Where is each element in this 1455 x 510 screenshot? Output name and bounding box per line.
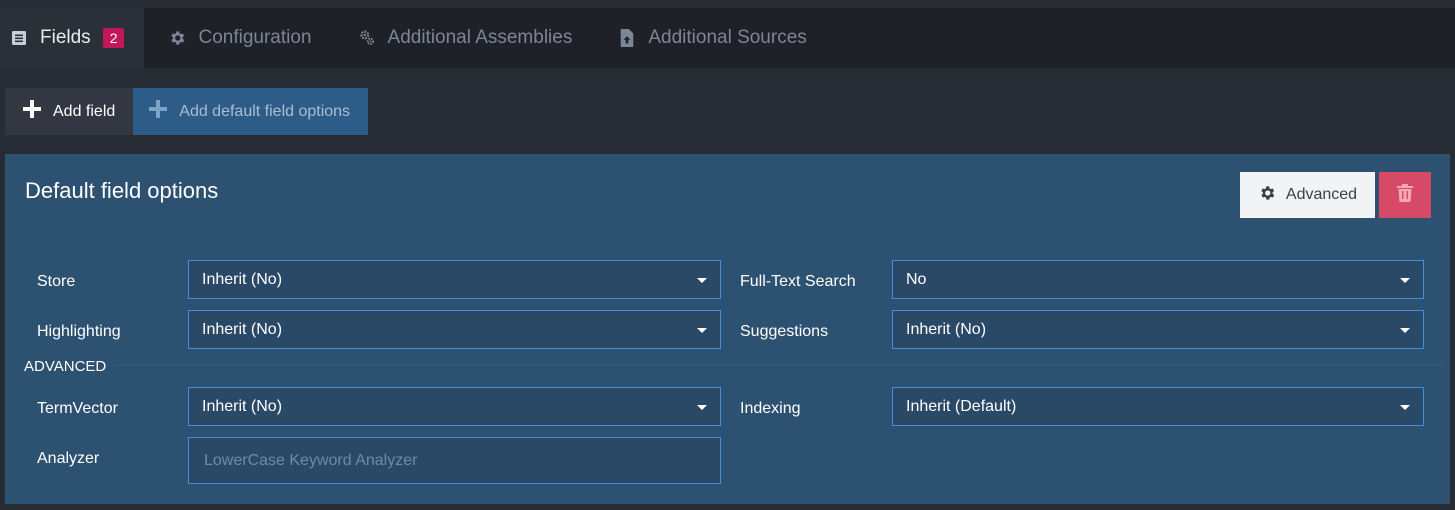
tab-additional-assemblies-label: Additional Assemblies bbox=[387, 27, 573, 48]
term-vector-label: TermVector bbox=[37, 400, 118, 417]
add-default-field-options-button[interactable]: Add default field options bbox=[133, 88, 369, 135]
gear-icon bbox=[1258, 184, 1276, 207]
fields-count-badge: 2 bbox=[102, 28, 125, 48]
suggestions-select[interactable]: Inherit (No) bbox=[892, 310, 1424, 349]
suggestions-label: Suggestions bbox=[740, 323, 829, 340]
trash-icon bbox=[1397, 183, 1413, 207]
add-field-label: Add field bbox=[53, 102, 116, 120]
caret-down-icon bbox=[697, 328, 707, 333]
default-field-options-panel: Default field options Advanced Store Inh… bbox=[5, 154, 1450, 504]
tab-configuration-label: Configuration bbox=[198, 27, 312, 48]
highlighting-select[interactable]: Inherit (No) bbox=[188, 310, 721, 349]
term-vector-value: Inherit (No) bbox=[202, 397, 283, 415]
advanced-button-label: Advanced bbox=[1285, 186, 1358, 203]
term-vector-select[interactable]: Inherit (No) bbox=[188, 387, 721, 426]
advanced-button[interactable]: Advanced bbox=[1240, 172, 1375, 218]
caret-down-icon bbox=[1400, 405, 1410, 410]
analyzer-label: Analyzer bbox=[37, 450, 100, 467]
analyzer-input[interactable]: LowerCase Keyword Analyzer bbox=[188, 437, 721, 484]
caret-down-icon bbox=[697, 405, 707, 410]
tab-fields-label: Fields bbox=[40, 27, 91, 48]
tab-additional-assemblies[interactable]: Additional Assemblies bbox=[334, 8, 595, 68]
suggestions-value: Inherit (No) bbox=[906, 320, 987, 338]
caret-down-icon bbox=[697, 278, 707, 283]
plus-icon bbox=[149, 100, 168, 123]
add-field-button[interactable]: Add field bbox=[5, 88, 134, 135]
caret-down-icon bbox=[1400, 278, 1410, 283]
tab-configuration[interactable]: Configuration bbox=[144, 8, 333, 68]
full-text-search-value: No bbox=[906, 270, 927, 288]
full-text-search-label: Full-Text Search bbox=[740, 273, 856, 290]
indexing-label: Indexing bbox=[740, 400, 801, 417]
highlighting-value: Inherit (No) bbox=[202, 320, 283, 338]
full-text-search-select[interactable]: No bbox=[892, 260, 1424, 299]
indexing-value: Inherit (Default) bbox=[906, 397, 1017, 415]
plus-icon bbox=[23, 100, 41, 123]
store-label: Store bbox=[37, 273, 76, 290]
caret-down-icon bbox=[1400, 328, 1410, 333]
tab-bar: Fields 2 Configuration Additional Assemb… bbox=[0, 8, 1455, 68]
add-default-field-options-label: Add default field options bbox=[179, 102, 351, 120]
store-select[interactable]: Inherit (No) bbox=[188, 260, 721, 299]
file-upload-icon bbox=[618, 29, 636, 47]
analyzer-placeholder: LowerCase Keyword Analyzer bbox=[204, 451, 418, 469]
panel-title: Default field options bbox=[25, 178, 219, 203]
gear-icon bbox=[168, 29, 186, 47]
gears-icon bbox=[358, 29, 376, 47]
advanced-section-label: ADVANCED bbox=[24, 358, 107, 375]
advanced-section-divider bbox=[113, 365, 1443, 366]
tab-fields[interactable]: Fields 2 bbox=[0, 8, 145, 68]
highlighting-label: Highlighting bbox=[37, 323, 121, 340]
list-icon bbox=[10, 29, 28, 47]
indexing-select[interactable]: Inherit (Default) bbox=[892, 387, 1424, 426]
tab-additional-sources[interactable]: Additional Sources bbox=[594, 8, 828, 68]
tab-additional-sources-label: Additional Sources bbox=[648, 27, 807, 48]
delete-button[interactable] bbox=[1379, 172, 1431, 218]
action-bar: Add field Add default field options bbox=[5, 88, 369, 135]
store-value: Inherit (No) bbox=[202, 270, 283, 288]
